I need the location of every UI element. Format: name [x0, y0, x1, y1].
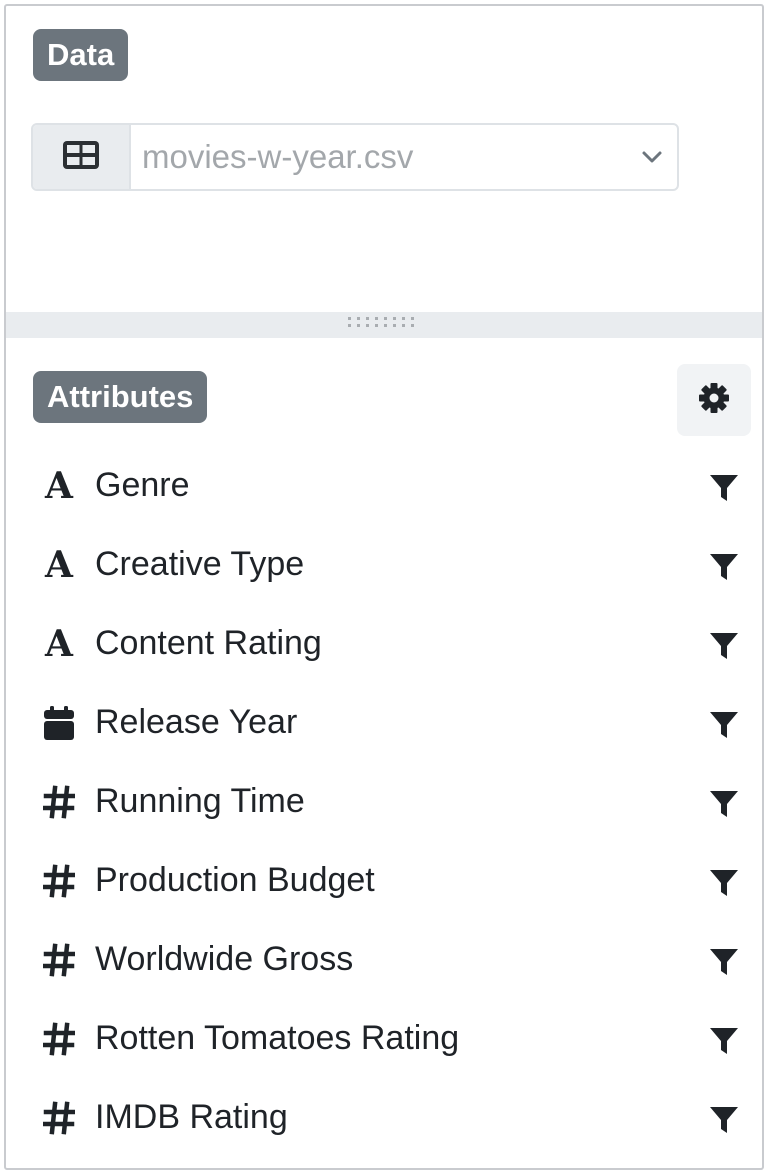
attribute-label: Content Rating: [95, 624, 322, 662]
calendar-icon: [40, 704, 78, 742]
attribute-label: Worldwide Gross: [95, 940, 354, 978]
filter-icon[interactable]: [706, 549, 742, 585]
attribute-item[interactable]: A Creative Type: [6, 525, 762, 604]
attribute-item[interactable]: Production Budget: [6, 841, 762, 920]
gear-icon: [698, 382, 730, 419]
attribute-item[interactable]: A Genre: [6, 446, 762, 525]
attribute-item[interactable]: Rotten Tomatoes Rating: [6, 999, 762, 1078]
attribute-label: Release Year: [95, 703, 298, 741]
hash-icon: [40, 783, 78, 821]
attribute-label: Rotten Tomatoes Rating: [95, 1019, 460, 1057]
attribute-item[interactable]: Release Year: [6, 683, 762, 762]
panel-resize-handle[interactable]: [6, 312, 762, 338]
attribute-item[interactable]: A Content Rating: [6, 604, 762, 683]
dataset-select[interactable]: movies-w-year.csv: [31, 123, 679, 191]
attribute-item[interactable]: Worldwide Gross: [6, 920, 762, 999]
attribute-label: IMDB Rating: [95, 1098, 288, 1136]
attribute-label: Production Budget: [95, 861, 375, 899]
attribute-label: Genre: [95, 466, 190, 504]
filter-icon[interactable]: [706, 1023, 742, 1059]
table-icon: [62, 140, 100, 175]
hash-icon: [40, 941, 78, 979]
text-type-icon: A: [45, 544, 73, 586]
attributes-badge: Attributes: [33, 371, 208, 423]
filter-icon[interactable]: [706, 1102, 742, 1138]
grip-dots-icon: [348, 316, 420, 334]
chevron-down-icon[interactable]: [627, 125, 677, 189]
attribute-item[interactable]: IMDB Rating: [6, 1078, 762, 1157]
dataset-addon: [33, 125, 131, 189]
data-badge: Data: [33, 29, 129, 81]
text-type-icon: A: [45, 465, 73, 507]
data-attributes-panel: Data movies-w-year.csv Attributes A Genr…: [4, 4, 764, 1170]
hash-icon: [40, 1099, 78, 1137]
dataset-select-value[interactable]: movies-w-year.csv: [131, 125, 627, 189]
filter-icon[interactable]: [706, 786, 742, 822]
attribute-label: Creative Type: [95, 545, 305, 583]
text-type-icon: A: [45, 623, 73, 665]
filter-icon[interactable]: [706, 944, 742, 980]
hash-icon: [40, 862, 78, 900]
filter-icon[interactable]: [706, 865, 742, 901]
filter-icon[interactable]: [706, 707, 742, 743]
attribute-item[interactable]: Running Time: [6, 762, 762, 841]
attribute-label: Running Time: [95, 782, 305, 820]
hash-icon: [40, 1020, 78, 1058]
filter-icon[interactable]: [706, 628, 742, 664]
filter-icon[interactable]: [706, 470, 742, 506]
attribute-list: A Genre A Creative Type A Content Rating: [6, 446, 762, 1157]
attribute-settings-button[interactable]: [677, 364, 751, 436]
